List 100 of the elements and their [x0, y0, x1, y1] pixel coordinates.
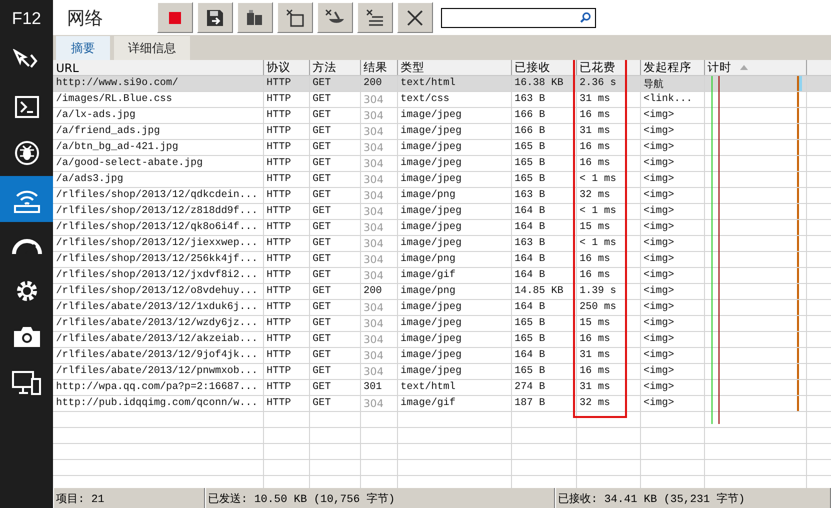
- received-cell: 164 B: [511, 300, 576, 316]
- type-cell: image/jpeg: [397, 156, 511, 172]
- url-cell: /a/friend_ads.jpg: [53, 124, 263, 140]
- initiator-cell: <img>: [640, 108, 704, 124]
- panel-title: 网络: [66, 6, 104, 30]
- column-header[interactable]: 方法: [309, 60, 360, 76]
- method-cell: GET: [309, 364, 360, 380]
- received-cell: 165 B: [511, 140, 576, 156]
- initiator-cell: <img>: [640, 348, 704, 364]
- request-row[interactable]: /rlfiles/abate/2013/12/1xduk6j... HTTP GET 304 image/jpeg 164 B 250 ms <img>: [53, 300, 831, 316]
- column-header[interactable]: URL: [53, 60, 263, 76]
- protocol-cell: HTTP: [263, 300, 309, 316]
- result-cell: 304: [360, 236, 397, 252]
- url-cell: http://wpa.qq.com/pa?p=2:16687...: [53, 380, 263, 396]
- request-row[interactable]: /rlfiles/shop/2013/12/256kk4jf... HTTP GET 304 image/png 164 B 16 ms <img>: [53, 252, 831, 268]
- received-cell: 166 B: [511, 108, 576, 124]
- request-row[interactable]: http://wpa.qq.com/pa?p=2:16687... HTTP GET 301 text/html 274 B 31 ms <img>: [53, 380, 831, 396]
- request-row[interactable]: /rlfiles/shop/2013/12/qdkcdein... HTTP GET 304 image/png 163 B 32 ms <img>: [53, 188, 831, 204]
- documents-icon: [246, 8, 264, 26]
- console-icon: [14, 96, 38, 118]
- timeline-bar: [796, 108, 802, 122]
- url-cell: /a/btn_bg_ad-421.jpg: [53, 140, 263, 156]
- column-header[interactable]: 已花费: [576, 60, 640, 76]
- method-cell: GET: [309, 252, 360, 268]
- timeline-bar: [796, 364, 802, 378]
- type-cell: image/jpeg: [397, 236, 511, 252]
- initiator-cell: <img>: [640, 268, 704, 284]
- received-cell: 274 B: [511, 380, 576, 396]
- initiator-cell: <img>: [640, 380, 704, 396]
- clear-entries-button[interactable]: [277, 2, 313, 33]
- column-header[interactable]: 计时: [704, 60, 806, 76]
- timeline-bar: [796, 332, 802, 346]
- result-cell: 304: [360, 140, 397, 156]
- protocol-cell: HTTP: [263, 284, 309, 300]
- request-row[interactable]: /a/ads3.jpg HTTP GET 304 image/jpeg 165 B < 1 ms <img>: [53, 172, 831, 188]
- type-cell: text/css: [397, 92, 511, 108]
- column-header[interactable]: 类型: [397, 60, 511, 76]
- column-header[interactable]: 结果: [360, 60, 397, 76]
- tab[interactable]: 详细信息: [114, 36, 190, 60]
- request-row[interactable]: /images/RL.Blue.css HTTP GET 304 text/css 163 B 31 ms <link...: [53, 92, 831, 108]
- request-row[interactable]: /a/friend_ads.jpg HTTP GET 304 image/jpeg 166 B 31 ms <img>: [53, 124, 831, 140]
- method-cell: GET: [309, 220, 360, 236]
- url-cell: /rlfiles/shop/2013/12/qdkcdein...: [53, 188, 263, 204]
- time-cell: 15 ms: [576, 316, 640, 332]
- result-cell: 304: [360, 220, 397, 236]
- request-row[interactable]: /rlfiles/abate/2013/12/akzeiab... HTTP GET 304 image/jpeg 165 B 16 ms <img>: [53, 332, 831, 348]
- timeline-bar: [796, 380, 802, 394]
- tab[interactable]: 摘要: [56, 36, 110, 60]
- request-row[interactable]: /a/btn_bg_ad-421.jpg HTTP GET 304 image/jpeg 165 B 16 ms <img>: [53, 140, 831, 156]
- search-field[interactable]: [441, 8, 596, 28]
- method-cell: GET: [309, 92, 360, 108]
- request-row[interactable]: /rlfiles/shop/2013/12/qk8o6i4f... HTTP GET 304 image/jpeg 164 B 15 ms <img>: [53, 220, 831, 236]
- url-cell: /rlfiles/abate/2013/12/pnwmxob...: [53, 364, 263, 380]
- result-cell: 304: [360, 124, 397, 140]
- request-row[interactable]: http://www.si9o.com/ HTTP GET 200 text/html 16.38 KB 2.36 s 导航: [53, 76, 831, 92]
- request-row[interactable]: /a/good-select-abate.jpg HTTP GET 304 image/jpeg 165 B 16 ms <img>: [53, 156, 831, 172]
- received-cell: 165 B: [511, 172, 576, 188]
- protocol-cell: HTTP: [263, 108, 309, 124]
- sort-ascending-icon: [740, 65, 748, 70]
- request-row[interactable]: /rlfiles/abate/2013/12/pnwmxob... HTTP GET 304 image/jpeg 165 B 16 ms <img>: [53, 364, 831, 380]
- url-cell: /a/ads3.jpg: [53, 172, 263, 188]
- type-cell: image/jpeg: [397, 108, 511, 124]
- type-cell: image/jpeg: [397, 364, 511, 380]
- result-cell: 304: [360, 396, 397, 412]
- result-cell: 304: [360, 204, 397, 220]
- request-row[interactable]: /a/lx-ads.jpg HTTP GET 304 image/jpeg 166 B 16 ms <img>: [53, 108, 831, 124]
- clear-list-button[interactable]: [357, 2, 393, 33]
- import-button[interactable]: [237, 2, 273, 33]
- column-header[interactable]: 协议: [263, 60, 309, 76]
- protocol-cell: HTTP: [263, 348, 309, 364]
- initiator-cell: <img>: [640, 172, 704, 188]
- request-row[interactable]: http://pub.idqqimg.com/qconn/w... HTTP GET 304 image/gif 187 B 32 ms <img>: [53, 396, 831, 412]
- protocol-cell: HTTP: [263, 252, 309, 268]
- close-button[interactable]: [397, 2, 433, 33]
- type-cell: text/html: [397, 380, 511, 396]
- received-cell: 163 B: [511, 188, 576, 204]
- save-button[interactable]: [197, 2, 233, 33]
- url-cell: /rlfiles/shop/2013/12/256kk4jf...: [53, 252, 263, 268]
- url-cell: /a/lx-ads.jpg: [53, 108, 263, 124]
- request-row[interactable]: /rlfiles/abate/2013/12/9jof4jk... HTTP GET 304 image/jpeg 164 B 31 ms <img>: [53, 348, 831, 364]
- timeline-bar: [796, 268, 802, 282]
- clear-cache-button[interactable]: [317, 2, 353, 33]
- protocol-cell: HTTP: [263, 124, 309, 140]
- initiator-cell: <img>: [640, 316, 704, 332]
- request-row[interactable]: /rlfiles/abate/2013/12/wzdy6jz... HTTP GET 304 image/jpeg 165 B 15 ms <img>: [53, 316, 831, 332]
- request-row[interactable]: /rlfiles/shop/2013/12/z818dd9f... HTTP GET 304 image/jpeg 164 B < 1 ms <img>: [53, 204, 831, 220]
- request-row[interactable]: /rlfiles/shop/2013/12/jiexxwep... HTTP GET 304 image/jpeg 163 B < 1 ms <img>: [53, 236, 831, 252]
- initiator-cell: <img>: [640, 140, 704, 156]
- request-row[interactable]: /rlfiles/shop/2013/12/o8vdehuy... HTTP GET 200 image/png 14.85 KB 1.39 s <img>: [53, 284, 831, 300]
- request-row[interactable]: /rlfiles/shop/2013/12/jxdvf8i2... HTTP GET 304 image/gif 164 B 16 ms <img>: [53, 268, 831, 284]
- stop-button[interactable]: [157, 2, 193, 33]
- timeline-bar: [796, 76, 802, 90]
- column-header[interactable]: 发起程序: [640, 60, 704, 76]
- timeline-bar: [796, 188, 802, 202]
- column-header[interactable]: 已接收: [511, 60, 576, 76]
- received-cell: 14.85 KB: [511, 284, 576, 300]
- type-cell: image/jpeg: [397, 172, 511, 188]
- time-cell: 32 ms: [576, 188, 640, 204]
- timeline-bar: [796, 124, 802, 138]
- url-cell: /images/RL.Blue.css: [53, 92, 263, 108]
